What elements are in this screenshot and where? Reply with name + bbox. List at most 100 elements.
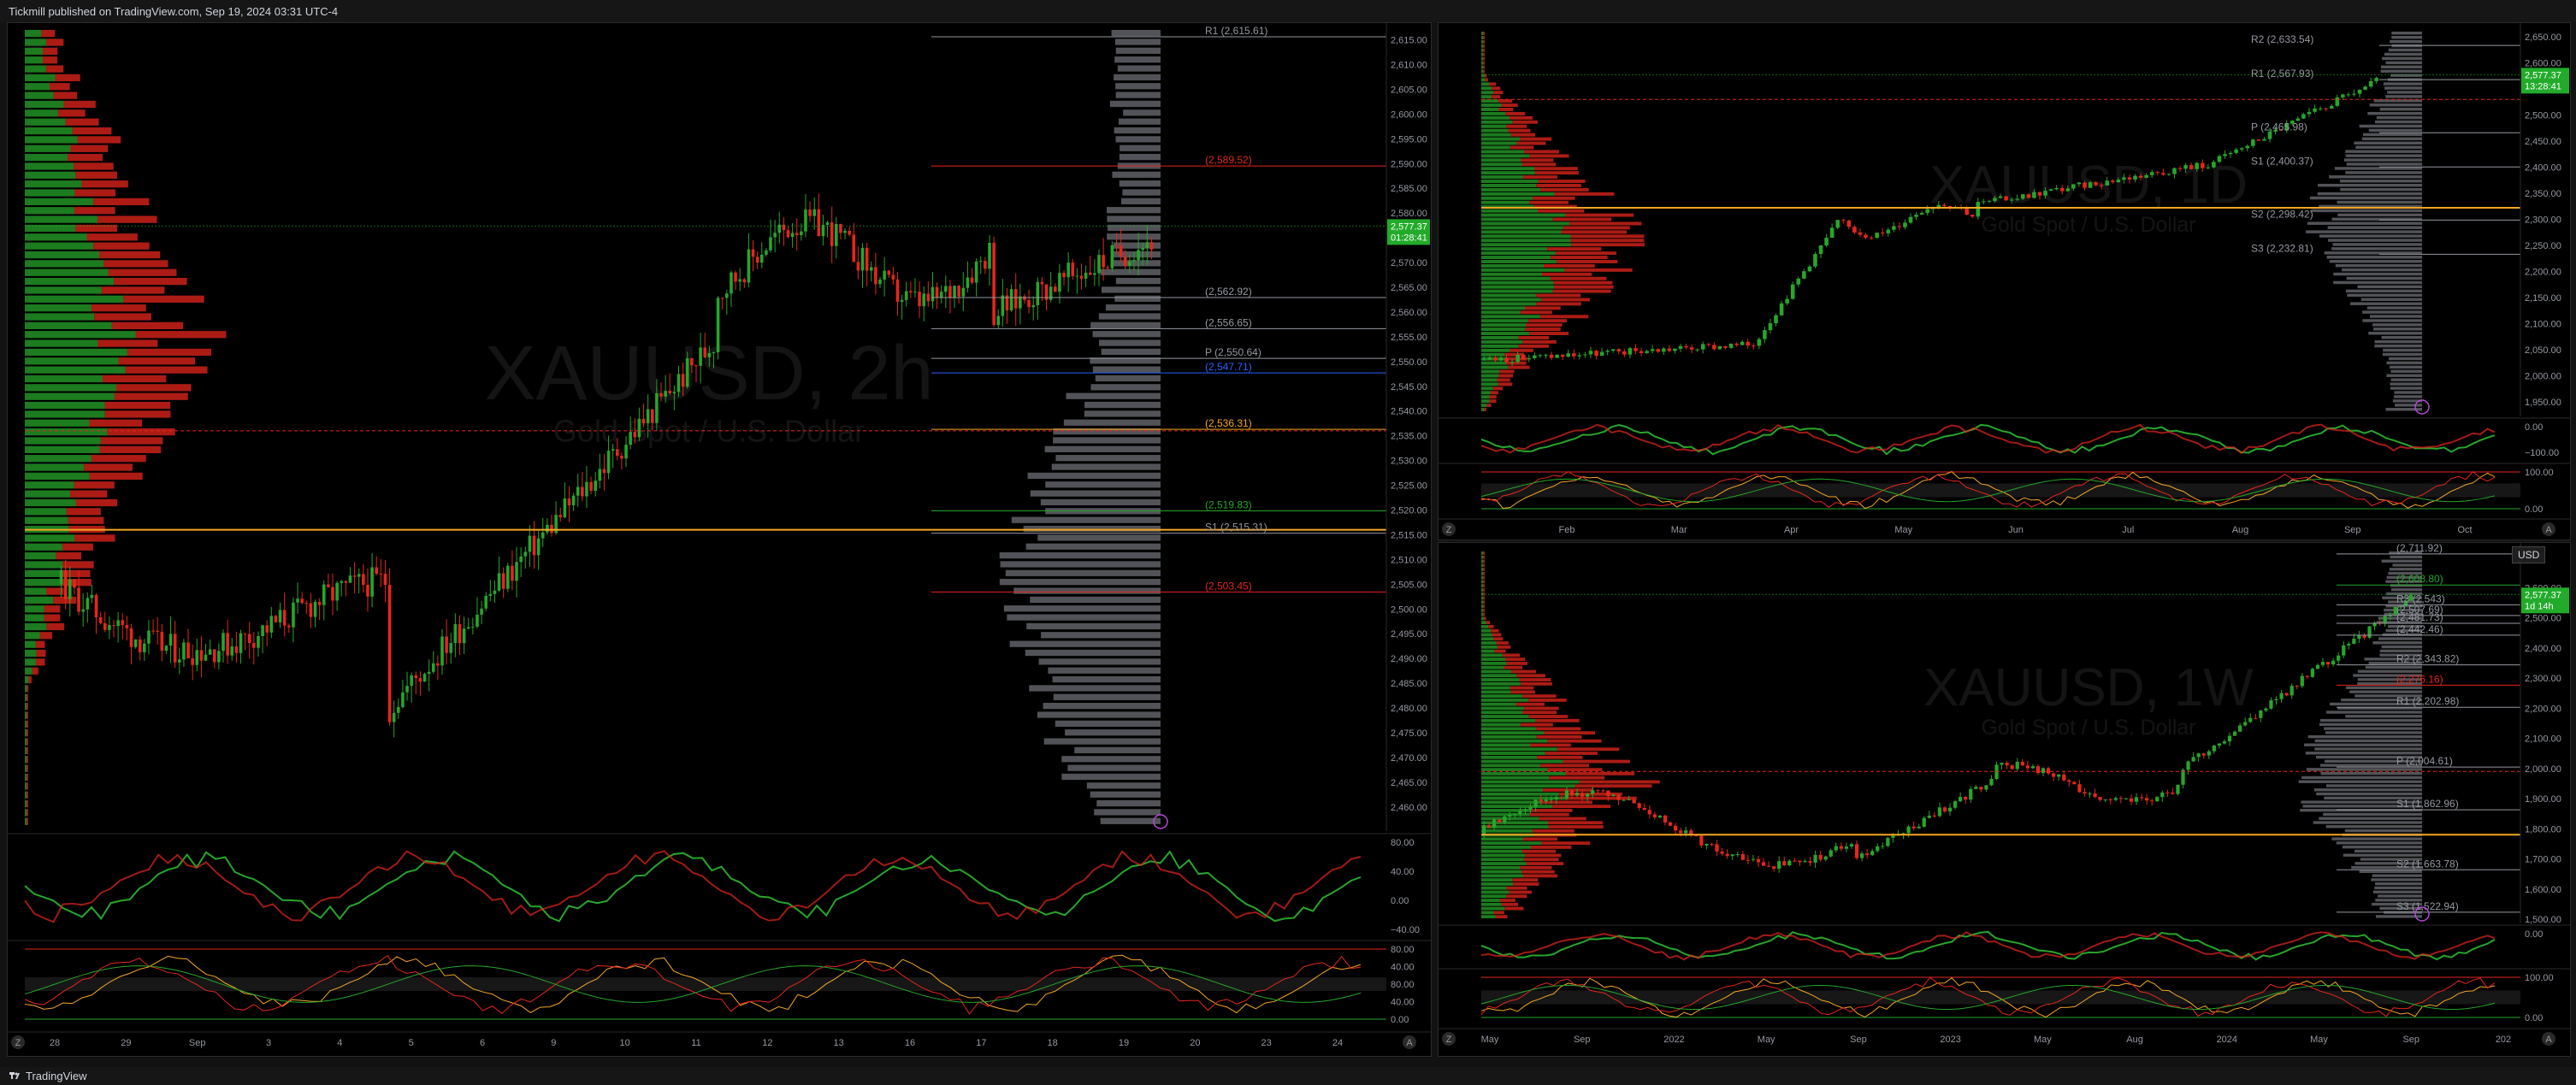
volume-profile-bar	[1481, 571, 1484, 575]
currency-button[interactable]: USD	[2512, 546, 2546, 563]
candle-body	[1757, 339, 1762, 346]
pivot-level-label: (2,503.45)	[1205, 580, 1252, 592]
volume-profile-bar	[1545, 752, 1598, 755]
volume-profile-bar	[1537, 755, 1583, 759]
volume-profile-bar	[1483, 61, 1485, 65]
candle-body	[2118, 798, 2123, 799]
price-tick-label: 2,545.00	[1391, 382, 1427, 392]
candle-body	[1555, 354, 1559, 358]
volume-profile-bar	[25, 508, 67, 516]
candle-body	[2020, 194, 2025, 199]
candle-body	[1580, 793, 1585, 797]
volume-profile-bar	[25, 331, 136, 339]
volume-profile-bar	[63, 100, 96, 109]
volume-profile-bar	[2369, 103, 2422, 107]
time-tick-label: Sep	[1574, 1035, 1591, 1045]
volume-profile-bar	[25, 561, 63, 569]
candle-body	[1009, 289, 1013, 311]
chart-panel-2h[interactable]: XAUUSD, 2h Gold Spot / U.S. Dollar (2,589.…	[7, 22, 1432, 1057]
volume-profile-bar	[25, 756, 27, 764]
volume-profile-bar	[1481, 674, 1517, 678]
volume-profile-bar	[2390, 555, 2422, 559]
volume-profile-bar	[1504, 352, 1524, 357]
volume-profile-bar	[94, 313, 151, 321]
candle-body	[2357, 634, 2361, 640]
candle-body	[1518, 811, 1522, 815]
candle-body	[1533, 799, 1538, 807]
chart-panel-1d[interactable]: XAUUSD, 1D Gold Spot / U.S. Dollar R2 (2,6…	[1438, 22, 2571, 540]
volume-profile-bar	[25, 738, 27, 746]
volume-profile-bar	[1481, 52, 1484, 56]
volume-profile-bar	[1098, 313, 1161, 320]
candle-body	[265, 625, 269, 633]
volume-profile-bar	[1526, 862, 1564, 865]
volume-profile-bar	[1061, 756, 1161, 763]
volume-profile-bar	[103, 260, 168, 268]
volume-profile-bar	[1481, 612, 1484, 616]
volume-profile-bar	[1481, 408, 1485, 412]
volume-profile-bar	[1481, 841, 1541, 846]
volume-profile-bar	[1481, 272, 1543, 276]
candle-body	[1093, 273, 1096, 275]
candle-body	[1001, 295, 1005, 316]
volume-profile-bar	[25, 649, 37, 657]
candle-body	[2262, 139, 2266, 141]
candle-body	[1611, 794, 1616, 797]
candle-body	[2127, 177, 2132, 180]
candle-body	[1734, 343, 1739, 345]
volume-profile-bar	[1114, 295, 1161, 302]
candle-body	[2032, 192, 2036, 198]
volume-profile-bar	[1547, 768, 1603, 772]
volume-profile-bar	[1483, 69, 1485, 74]
volume-profile-bar	[1521, 722, 1553, 727]
candle-body	[1829, 850, 1833, 857]
candle-body	[1787, 860, 1792, 865]
candle-body	[2374, 78, 2379, 81]
volume-profile-bar	[1090, 791, 1161, 798]
volume-profile-bar	[2359, 870, 2422, 874]
candle-body	[73, 579, 76, 588]
candle-body	[1751, 345, 1756, 347]
volume-profile-bar	[2357, 285, 2422, 289]
price-tick-label: 2,560.00	[1391, 308, 1427, 318]
candle-body	[1627, 799, 1631, 800]
volume-profile-bar	[1481, 669, 1512, 674]
volume-profile-bar	[1483, 555, 1485, 559]
candle-body	[974, 261, 978, 283]
volume-profile-bar	[2319, 722, 2422, 727]
watermark-name: Gold Spot / U.S. Dollar	[1982, 716, 2196, 740]
candle-body	[1854, 844, 1859, 858]
volume-profile-bar	[1516, 141, 1546, 145]
candle-body	[1601, 790, 1605, 792]
volume-profile-bar	[1579, 780, 1660, 784]
chart-canvas-1d[interactable]: XAUUSD, 1DGold Spot / U.S. DollarR2 (2,6…	[1439, 23, 2570, 540]
volume-profile-bar	[1551, 256, 1608, 260]
time-tick-label: 9	[551, 1038, 556, 1048]
volume-profile-bar	[1481, 621, 1486, 625]
candle-body	[348, 575, 352, 583]
volume-profile-bar	[1483, 612, 1485, 616]
volume-profile-bar	[1481, 681, 1521, 686]
oscillator-line	[1480, 423, 2496, 456]
volume-profile-bar	[1096, 799, 1161, 807]
chart-canvas-1w[interactable]: XAUUSD, 1WGold Spot / U.S. Dollar (2,711.…	[1439, 543, 2570, 1056]
chart-panel-1w[interactable]: XAUUSD, 1W Gold Spot / U.S. Dollar (2,711.…	[1438, 542, 2571, 1057]
volume-profile-bar	[25, 455, 92, 463]
volume-profile-bar	[2325, 731, 2422, 734]
oscillator-panes: 0.00 100.00 0.00	[1439, 924, 2570, 1023]
volume-profile-bar	[1498, 374, 1514, 378]
volume-profile-bar	[2331, 837, 2422, 840]
candle-body	[1071, 262, 1075, 276]
volume-profile-bar	[127, 348, 212, 357]
volume-profile-bar	[1540, 764, 1589, 768]
chart-canvas-2h[interactable]: XAUUSD, 2hGold Spot / U.S. Dollar(2,589.…	[8, 23, 1431, 1056]
volume-profile-bar	[1115, 277, 1161, 285]
time-tick-label: 12	[762, 1038, 772, 1048]
volume-profile-bar	[2306, 230, 2422, 233]
candle-body	[287, 625, 291, 628]
volume-profile-bar	[2320, 718, 2422, 722]
volume-profile-bar	[999, 551, 1161, 559]
volume-profile-bar	[2390, 365, 2422, 369]
volume-profile-bar	[1481, 395, 1490, 399]
volume-profile-bar	[1516, 674, 1545, 678]
